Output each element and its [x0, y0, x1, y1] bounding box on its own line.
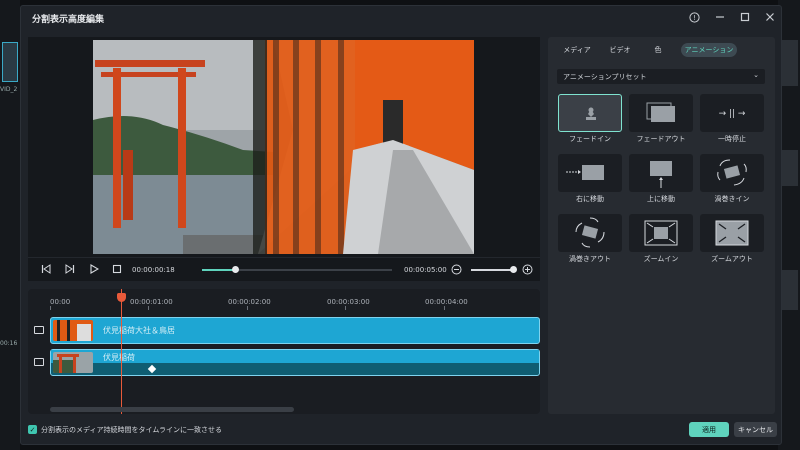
- ruler-tick: [148, 306, 149, 310]
- playhead-line[interactable]: [121, 289, 122, 414]
- animation-label: 上に移動: [647, 195, 675, 203]
- animation-label: 渦巻きイン: [714, 195, 750, 203]
- title-bar: 分割表示高度編集 !: [21, 6, 781, 28]
- background-thumb: [780, 40, 798, 86]
- zoom-in-icon[interactable]: [522, 264, 533, 278]
- animation-label: ズームイン: [643, 255, 679, 263]
- timeline-panel: 00:00 00:00:01:00 00:00:02:00 00:00:03:0…: [28, 289, 540, 414]
- zoom-slider-track[interactable]: [471, 269, 511, 271]
- animation-move-up[interactable]: [629, 154, 693, 192]
- apply-button[interactable]: 適用: [689, 422, 729, 437]
- preview-area: [28, 37, 540, 257]
- background-clip-label: VID_2: [0, 86, 18, 93]
- background-clip-thumbnail: [2, 42, 18, 82]
- ruler-tick: [444, 306, 445, 310]
- track-video-icon: [34, 358, 44, 366]
- svg-text:!: !: [693, 14, 696, 22]
- property-panel: メディア ビデオ 色 アニメーション アニメーションプリセット ⌄ フェードイン…: [548, 37, 775, 414]
- animation-label: フェードイン: [569, 135, 611, 143]
- ruler-label: 00:00: [50, 298, 71, 306]
- ruler-tick: [50, 306, 51, 310]
- clip-thumbnail: [53, 352, 93, 373]
- svg-text:→ || →: → || →: [719, 109, 746, 119]
- progress-fill: [202, 269, 235, 271]
- background-timecode: 00:16: [0, 340, 18, 347]
- prev-frame-icon[interactable]: [41, 264, 51, 277]
- match-duration-checkbox[interactable]: ✓: [28, 425, 37, 434]
- animation-label: 一時停止: [718, 135, 746, 143]
- next-frame-icon[interactable]: [65, 264, 75, 277]
- match-duration-label: 分割表示のメディア持続時間をタイムラインに一致させる: [41, 426, 223, 434]
- clip-label: 伏見稲荷: [103, 353, 135, 362]
- ruler-label: 00:00:04:00: [425, 298, 468, 306]
- background-media-panel: VID_2 00:16: [0, 0, 20, 450]
- animation-fade-in[interactable]: [558, 94, 622, 132]
- timeline-clip-2[interactable]: 伏見稲荷: [50, 349, 540, 376]
- animation-preset-dropdown[interactable]: アニメーションプリセット ⌄: [557, 69, 765, 84]
- playhead-handle[interactable]: [117, 293, 126, 302]
- close-icon[interactable]: [763, 10, 777, 24]
- chevron-down-icon: ⌄: [753, 71, 759, 79]
- ruler-tick: [345, 306, 346, 310]
- player-controls: 00:00:00:18 00:00:05:00: [28, 257, 540, 281]
- zoom-out-icon[interactable]: [451, 264, 462, 278]
- preset-label: アニメーションプリセット: [563, 73, 647, 81]
- animation-fade-out[interactable]: [629, 94, 693, 132]
- animation-zoom-out[interactable]: [700, 214, 764, 252]
- help-icon[interactable]: !: [687, 10, 701, 24]
- timeline-clip-1[interactable]: 伏見稲荷大社＆鳥居: [50, 317, 540, 344]
- ruler-tick: [247, 306, 248, 310]
- progress-knob[interactable]: [232, 266, 239, 273]
- dialog-title: 分割表示高度編集: [32, 15, 105, 25]
- zoom-slider-knob[interactable]: [510, 266, 517, 273]
- background-thumb: [780, 270, 798, 310]
- animation-label: 渦巻きアウト: [569, 255, 611, 263]
- tab-media[interactable]: メディア: [558, 43, 596, 57]
- tab-animation[interactable]: アニメーション: [681, 43, 737, 57]
- ruler-label: 00:00:03:00: [327, 298, 370, 306]
- current-time: 00:00:00:18: [132, 266, 175, 274]
- animation-label: フェードアウト: [636, 135, 686, 143]
- total-time: 00:00:05:00: [404, 266, 447, 274]
- ruler-label: 00:00:02:00: [228, 298, 271, 306]
- animation-move-right[interactable]: [558, 154, 622, 192]
- clip-label: 伏見稲荷大社＆鳥居: [103, 326, 175, 335]
- playback-progress-bar[interactable]: [202, 266, 392, 273]
- animation-label: 右に移動: [576, 195, 604, 203]
- tab-video[interactable]: ビデオ: [603, 43, 637, 57]
- video-preview: [93, 40, 474, 254]
- animation-zoom-in[interactable]: [629, 214, 693, 252]
- animation-swirl-in[interactable]: [700, 154, 764, 192]
- animation-label: ズームアウト: [711, 255, 753, 263]
- stop-icon[interactable]: [112, 264, 122, 277]
- play-icon[interactable]: [89, 264, 100, 277]
- tab-color[interactable]: 色: [648, 43, 668, 57]
- timeline-horizontal-scrollbar[interactable]: [50, 407, 294, 412]
- background-thumb: [780, 150, 798, 186]
- ruler-label: 00:00:01:00: [130, 298, 173, 306]
- split-screen-advanced-edit-dialog: 分割表示高度編集 ! 00:00:00:18 00:00:05:00 00:00…: [20, 5, 782, 445]
- track-video-icon: [34, 326, 44, 334]
- cancel-button[interactable]: キャンセル: [734, 422, 777, 437]
- maximize-icon[interactable]: [738, 10, 752, 24]
- animation-pause[interactable]: → || →: [700, 94, 764, 132]
- clip-thumbnail: [53, 320, 93, 341]
- minimize-icon[interactable]: [713, 10, 727, 24]
- animation-swirl-out[interactable]: [558, 214, 622, 252]
